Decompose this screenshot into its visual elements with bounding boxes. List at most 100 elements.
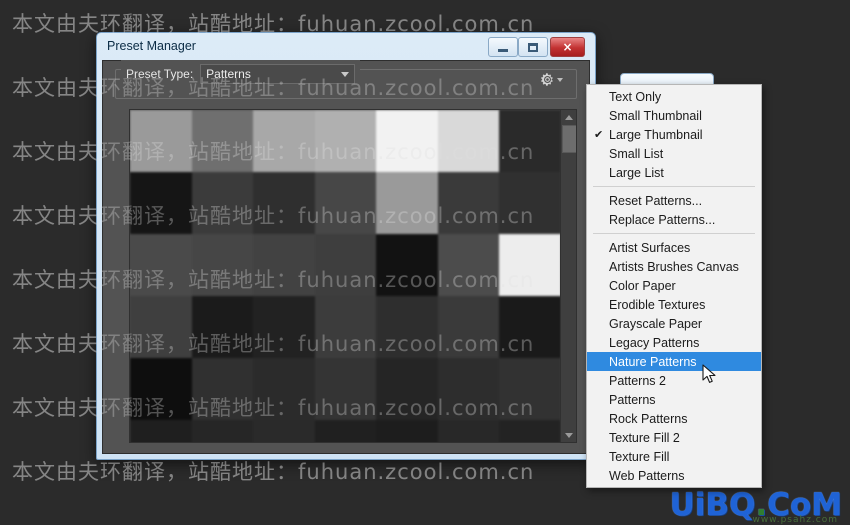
pattern-swatch-grid[interactable]: [130, 110, 561, 442]
close-icon: ×: [562, 40, 573, 54]
gear-icon: [541, 73, 553, 86]
menu-item[interactable]: Artists Brushes Canvas: [587, 257, 761, 276]
menu-item-label: Small List: [609, 146, 664, 161]
maximize-button[interactable]: [518, 37, 548, 57]
menu-item[interactable]: Grayscale Paper: [587, 314, 761, 333]
menu-item[interactable]: Small Thumbnail: [587, 106, 761, 125]
menu-item[interactable]: Patterns: [587, 390, 761, 409]
pattern-grid-panel[interactable]: [129, 109, 577, 443]
preset-type-select[interactable]: Patterns: [200, 64, 356, 84]
pattern-swatch[interactable]: [314, 110, 377, 172]
pattern-swatch[interactable]: [499, 358, 561, 420]
pattern-swatch[interactable]: [191, 296, 254, 358]
pattern-swatch[interactable]: [130, 358, 192, 420]
pattern-swatch[interactable]: [191, 420, 254, 442]
chevron-down-icon: [341, 71, 350, 77]
pattern-swatch[interactable]: [253, 110, 315, 172]
pattern-swatch[interactable]: [130, 234, 192, 296]
scroll-down-button[interactable]: [561, 428, 576, 442]
pattern-grid-scrollbar[interactable]: [560, 110, 576, 442]
pattern-swatch[interactable]: [437, 172, 500, 234]
pattern-swatch[interactable]: [314, 172, 377, 234]
menu-item-label: Web Patterns: [609, 468, 685, 483]
close-button[interactable]: ×: [550, 37, 585, 57]
pattern-swatch[interactable]: [314, 420, 377, 442]
menu-item[interactable]: Patterns 2: [587, 371, 761, 390]
pattern-swatch[interactable]: [437, 420, 500, 442]
pattern-swatch[interactable]: [253, 420, 315, 442]
pattern-swatch[interactable]: [191, 110, 254, 172]
pattern-swatch[interactable]: [253, 296, 315, 358]
pattern-swatch[interactable]: [376, 358, 438, 420]
pattern-swatch[interactable]: [253, 172, 315, 234]
pattern-swatch[interactable]: [437, 358, 500, 420]
watermark-line: 本文由夫环翻译，站酷地址：fuhuan.zcool.com.cn: [12, 460, 535, 484]
check-icon: ✔: [594, 129, 604, 141]
menu-item[interactable]: Texture Fill: [587, 447, 761, 466]
minimize-button[interactable]: [488, 37, 518, 57]
logo-subtext: www.psahz.com: [752, 515, 838, 525]
menu-item-label: Large Thumbnail: [609, 127, 703, 142]
pattern-swatch[interactable]: [499, 296, 561, 358]
pattern-swatch[interactable]: [314, 358, 377, 420]
menu-item[interactable]: Nature Patterns: [587, 352, 761, 371]
menu-item[interactable]: Rock Patterns: [587, 409, 761, 428]
pattern-swatch[interactable]: [437, 110, 500, 172]
menu-item-label: Artists Brushes Canvas: [609, 259, 739, 274]
pattern-swatch[interactable]: [376, 234, 438, 296]
pattern-swatch[interactable]: [130, 172, 192, 234]
menu-item-label: Patterns 2: [609, 373, 666, 388]
preset-menu-button[interactable]: [540, 72, 563, 87]
menu-item[interactable]: Replace Patterns...: [587, 210, 761, 229]
menu-item[interactable]: Legacy Patterns: [587, 333, 761, 352]
menu-item-label: Large List: [609, 165, 664, 180]
preset-manager-dialog: Preset Manager × Preset Type: Patterns: [96, 32, 596, 460]
mouse-cursor: [702, 364, 716, 383]
menu-item[interactable]: Erodible Textures: [587, 295, 761, 314]
menu-item[interactable]: Small List: [587, 144, 761, 163]
menu-item[interactable]: Web Patterns: [587, 466, 761, 485]
menu-item-label: Erodible Textures: [609, 297, 706, 312]
pattern-swatch[interactable]: [499, 172, 561, 234]
pattern-swatch[interactable]: [376, 172, 438, 234]
pattern-swatch[interactable]: [191, 234, 254, 296]
pattern-swatch[interactable]: [191, 358, 254, 420]
pattern-swatch[interactable]: [191, 172, 254, 234]
pattern-swatch[interactable]: [314, 234, 377, 296]
menu-item[interactable]: Large List: [587, 163, 761, 182]
menu-item[interactable]: Texture Fill 2: [587, 428, 761, 447]
pattern-swatch[interactable]: [314, 296, 377, 358]
menu-item[interactable]: Artist Surfaces: [587, 238, 761, 257]
menu-item[interactable]: Reset Patterns...: [587, 191, 761, 210]
pattern-swatch[interactable]: [376, 296, 438, 358]
preset-type-label: Preset Type:: [126, 67, 194, 81]
preset-flyout-menu[interactable]: Text Only Small Thumbnail ✔ Large Thumbnail…: [586, 84, 762, 488]
menu-separator: [593, 233, 755, 234]
menu-item-label: Legacy Patterns: [609, 335, 700, 350]
menu-item-label: Patterns: [609, 392, 656, 407]
pattern-swatch[interactable]: [437, 234, 500, 296]
scroll-up-button[interactable]: [561, 110, 576, 124]
menu-item-label: Replace Patterns...: [609, 212, 716, 227]
pattern-swatch[interactable]: [499, 234, 561, 296]
chevron-down-icon: [557, 77, 563, 82]
logo-text-a: UiBQ: [669, 487, 756, 523]
dialog-titlebar[interactable]: Preset Manager ×: [101, 33, 591, 59]
menu-item-label: Texture Fill 2: [609, 430, 680, 445]
menu-item[interactable]: Text Only: [587, 87, 761, 106]
pattern-swatch[interactable]: [499, 420, 561, 442]
scroll-thumb[interactable]: [562, 125, 576, 153]
pattern-swatch[interactable]: [376, 420, 438, 442]
pattern-swatch[interactable]: [253, 234, 315, 296]
pattern-swatch[interactable]: [499, 110, 561, 172]
pattern-swatch[interactable]: [376, 110, 438, 172]
pattern-swatch[interactable]: [437, 296, 500, 358]
pattern-swatch[interactable]: [253, 358, 315, 420]
pattern-swatch[interactable]: [130, 110, 192, 172]
menu-item[interactable]: Color Paper: [587, 276, 761, 295]
menu-item[interactable]: ✔ Large Thumbnail: [587, 125, 761, 144]
pattern-swatch[interactable]: [130, 296, 192, 358]
menu-item-label: Color Paper: [609, 278, 676, 293]
chevron-down-icon: [564, 432, 573, 438]
pattern-swatch[interactable]: [130, 420, 192, 442]
